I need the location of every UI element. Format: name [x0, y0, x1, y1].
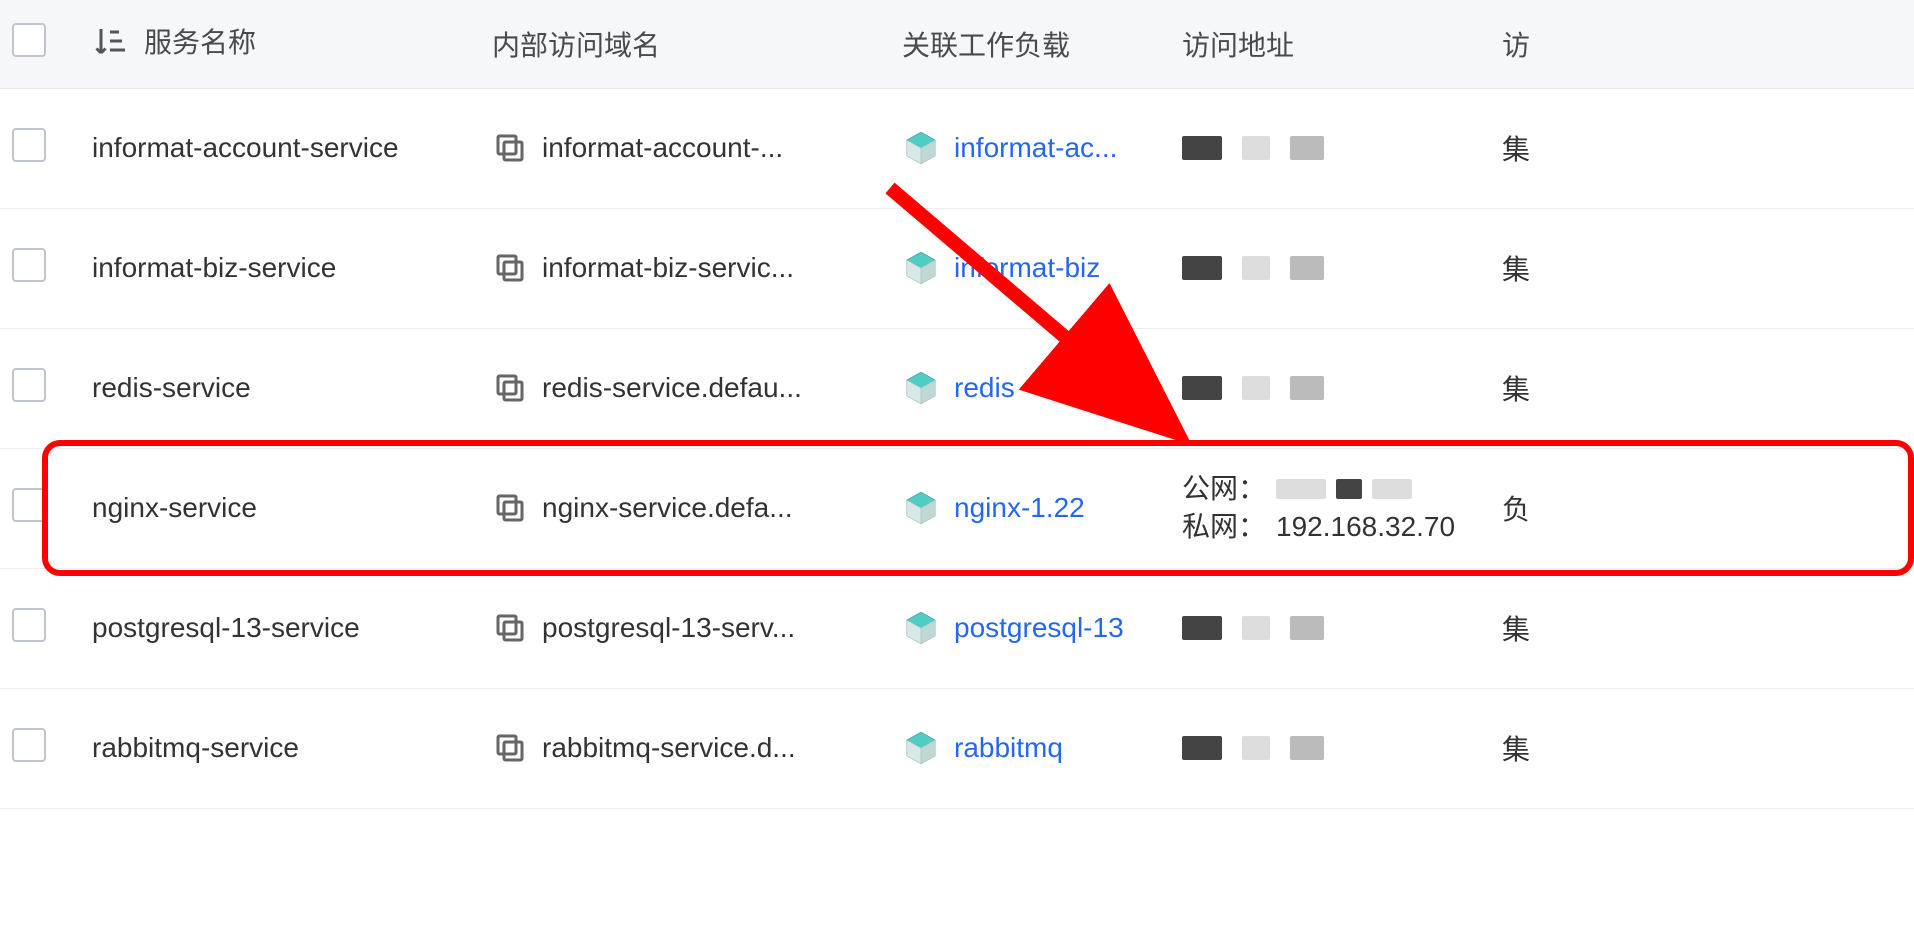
access-address-redacted: [1182, 376, 1478, 400]
table-row[interactable]: informat-account-service informat-accoun…: [0, 88, 1914, 208]
col-header-workload[interactable]: 关联工作负载: [902, 30, 1070, 61]
public-ip-redacted: [1372, 479, 1412, 499]
col-header-access-addr[interactable]: 访问地址: [1182, 30, 1294, 61]
access-address-redacted: [1182, 616, 1478, 640]
row-checkbox[interactable]: [12, 248, 46, 282]
service-name[interactable]: postgresql-13-service: [92, 612, 360, 643]
service-name[interactable]: rabbitmq-service: [92, 732, 299, 763]
internal-domain: redis-service.defau...: [542, 372, 802, 404]
services-table: 服务名称 内部访问域名 关联工作负载 访问地址 访 informat-accou…: [0, 0, 1914, 809]
col-header-internal-domain[interactable]: 内部访问域名: [492, 30, 660, 61]
cube-icon: [902, 609, 940, 647]
access-type: 集: [1502, 734, 1530, 765]
row-checkbox[interactable]: [12, 368, 46, 402]
cube-icon: [902, 249, 940, 287]
internal-domain: nginx-service.defa...: [542, 492, 793, 524]
copy-icon[interactable]: [492, 130, 528, 166]
service-name[interactable]: informat-biz-service: [92, 252, 336, 283]
access-address-redacted: [1182, 256, 1478, 280]
workload-link[interactable]: informat-biz: [954, 252, 1100, 284]
row-checkbox[interactable]: [12, 488, 46, 522]
col-header-service-name[interactable]: 服务名称: [144, 21, 256, 61]
table-row[interactable]: informat-biz-service informat-biz-servic…: [0, 208, 1914, 328]
access-type: 负: [1502, 494, 1530, 525]
internal-domain: informat-biz-servic...: [542, 252, 794, 284]
copy-icon[interactable]: [492, 490, 528, 526]
cube-icon: [902, 129, 940, 167]
row-checkbox[interactable]: [12, 128, 46, 162]
table-row[interactable]: rabbitmq-service rabbitmq-service.d... r…: [0, 688, 1914, 808]
cube-icon: [902, 369, 940, 407]
access-address-redacted: [1182, 136, 1478, 160]
copy-icon[interactable]: [492, 610, 528, 646]
public-label: 公网：: [1182, 470, 1266, 508]
copy-icon[interactable]: [492, 370, 528, 406]
sort-icon[interactable]: [92, 23, 128, 59]
access-address: 公网： 私网： 192.168.32.70: [1182, 470, 1478, 546]
workload-link[interactable]: informat-ac...: [954, 132, 1117, 164]
table-row[interactable]: nginx-service nginx-service.defa... ngin…: [0, 448, 1914, 568]
copy-icon[interactable]: [492, 730, 528, 766]
row-checkbox[interactable]: [12, 608, 46, 642]
col-header-access-type[interactable]: 访: [1502, 30, 1530, 61]
service-name[interactable]: redis-service: [92, 372, 251, 403]
workload-link[interactable]: redis: [954, 372, 1015, 404]
cube-icon: [902, 489, 940, 527]
select-all-checkbox[interactable]: [12, 23, 46, 57]
table-header-row: 服务名称 内部访问域名 关联工作负载 访问地址 访: [0, 0, 1914, 88]
workload-link[interactable]: rabbitmq: [954, 732, 1063, 764]
table-row[interactable]: postgresql-13-service postgresql-13-serv…: [0, 568, 1914, 688]
workload-link[interactable]: postgresql-13: [954, 612, 1124, 644]
access-type: 集: [1502, 134, 1530, 165]
copy-icon[interactable]: [492, 250, 528, 286]
internal-domain: informat-account-...: [542, 132, 783, 164]
public-ip-redacted: [1276, 479, 1326, 499]
workload-link[interactable]: nginx-1.22: [954, 492, 1085, 524]
row-checkbox[interactable]: [12, 728, 46, 762]
access-type: 集: [1502, 374, 1530, 405]
service-name[interactable]: informat-account-service: [92, 132, 399, 163]
internal-domain: rabbitmq-service.d...: [542, 732, 796, 764]
private-ip: 192.168.32.70: [1276, 508, 1455, 546]
service-name[interactable]: nginx-service: [92, 492, 257, 523]
public-ip-redacted: [1336, 479, 1362, 499]
private-label: 私网：: [1182, 508, 1266, 546]
internal-domain: postgresql-13-serv...: [542, 612, 795, 644]
table-row[interactable]: redis-service redis-service.defau... red…: [0, 328, 1914, 448]
cube-icon: [902, 729, 940, 767]
access-type: 集: [1502, 614, 1530, 645]
access-type: 集: [1502, 254, 1530, 285]
access-address-redacted: [1182, 736, 1478, 760]
